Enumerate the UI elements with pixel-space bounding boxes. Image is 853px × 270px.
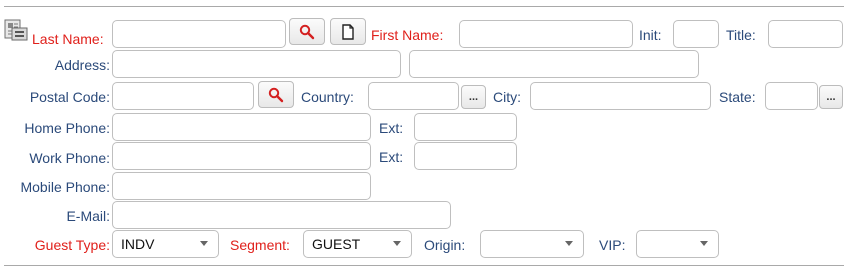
chevron-down-icon — [565, 241, 573, 246]
origin-select[interactable] — [480, 230, 584, 258]
country-lookup-button[interactable]: ... — [461, 85, 486, 109]
postal-code-label: Postal Code: — [29, 89, 110, 105]
chevron-down-icon — [393, 241, 401, 246]
title-input[interactable] — [768, 20, 843, 48]
ellipsis-icon: ... — [468, 91, 479, 103]
mobile-phone-label: Mobile Phone: — [20, 179, 110, 195]
guest-type-label: Guest Type: — [34, 237, 110, 253]
work-ext-input[interactable] — [414, 142, 517, 170]
guest-type-value: INDV — [121, 236, 155, 252]
home-phone-label: Home Phone: — [24, 120, 110, 136]
city-input[interactable] — [530, 82, 711, 110]
origin-label: Origin: — [424, 237, 466, 253]
chevron-down-icon — [700, 241, 708, 246]
segment-select[interactable]: GUEST — [303, 230, 412, 258]
work-phone-label: Work Phone: — [29, 150, 110, 166]
email-input[interactable] — [112, 201, 451, 229]
address-line2-input[interactable] — [409, 50, 699, 78]
address-label: Address: — [54, 57, 110, 73]
country-label: Country: — [301, 89, 354, 105]
chevron-down-icon — [200, 241, 208, 246]
segment-label: Segment: — [230, 237, 290, 253]
new-document-icon — [342, 23, 354, 40]
email-label: E-Mail: — [66, 208, 110, 224]
profile-card-icon[interactable] — [4, 18, 28, 42]
vip-label: VIP: — [599, 237, 626, 253]
init-input[interactable] — [673, 20, 719, 48]
work-phone-input[interactable] — [112, 142, 371, 170]
last-name-label: Last Name: — [32, 31, 104, 47]
home-ext-input[interactable] — [414, 113, 517, 141]
bottom-divider — [4, 265, 844, 266]
mobile-phone-input[interactable] — [112, 172, 371, 200]
title-label: Title: — [726, 27, 756, 43]
country-input[interactable] — [368, 82, 459, 110]
top-divider — [4, 6, 844, 7]
state-input[interactable] — [765, 82, 818, 110]
vip-select[interactable] — [636, 230, 719, 258]
city-label: City: — [493, 89, 521, 105]
search-icon — [268, 87, 284, 102]
address-line1-input[interactable] — [112, 50, 401, 78]
work-ext-label: Ext: — [379, 149, 404, 165]
first-name-label: First Name: — [371, 27, 444, 43]
ellipsis-icon: ... — [826, 91, 836, 103]
last-name-search-button[interactable] — [289, 18, 325, 45]
state-lookup-button[interactable]: ... — [819, 85, 843, 109]
new-profile-button[interactable] — [330, 18, 366, 45]
postal-code-search-button[interactable] — [258, 81, 294, 108]
segment-value: GUEST — [312, 236, 361, 252]
guest-type-select[interactable]: INDV — [112, 230, 219, 258]
search-icon — [299, 24, 315, 39]
state-label: State: — [719, 89, 756, 105]
first-name-input[interactable] — [459, 20, 633, 48]
home-ext-label: Ext: — [379, 120, 404, 136]
last-name-input[interactable] — [112, 20, 286, 48]
postal-code-input[interactable] — [112, 82, 254, 110]
init-label: Init: — [639, 27, 662, 43]
home-phone-input[interactable] — [112, 113, 371, 141]
